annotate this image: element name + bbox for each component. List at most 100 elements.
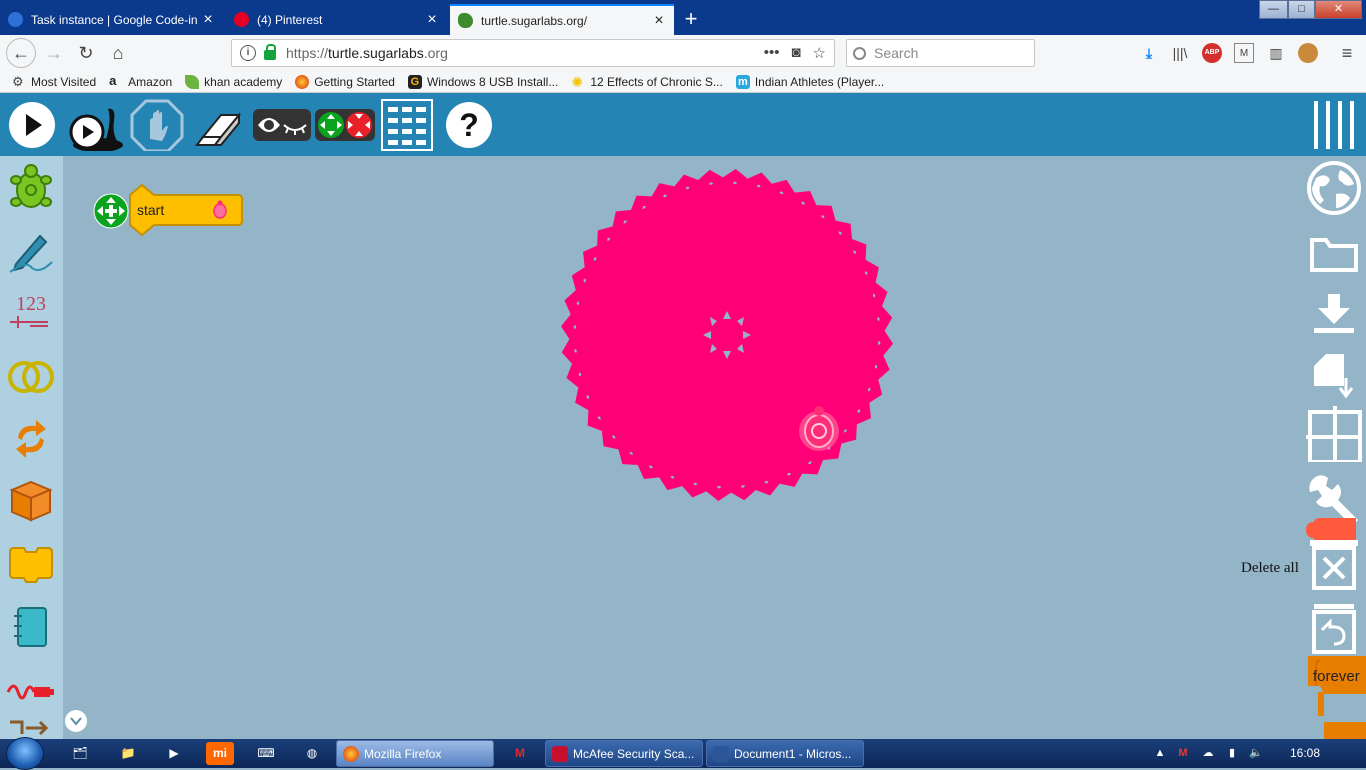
cloud-tray-icon[interactable]: ☁ bbox=[1200, 745, 1216, 761]
maximize-button[interactable]: □ bbox=[1288, 0, 1315, 19]
flow-palette-icon[interactable] bbox=[6, 414, 56, 464]
m-icon: m bbox=[735, 74, 750, 89]
bookmark-chronic-effects[interactable]: ✺ 12 Effects of Chronic S... bbox=[571, 75, 723, 89]
bookmark-star-icon[interactable]: ☆ bbox=[813, 44, 826, 62]
forward-button[interactable]: → bbox=[40, 40, 68, 66]
folder-pin-icon[interactable]: 📁 bbox=[114, 742, 142, 765]
close-window-button[interactable]: ✕ bbox=[1315, 0, 1362, 19]
stop-button[interactable] bbox=[130, 99, 184, 151]
save-download-icon[interactable] bbox=[1306, 286, 1362, 342]
globe-icon[interactable] bbox=[1306, 160, 1362, 216]
tab-google-code-in[interactable]: Task instance | Google Code-in × bbox=[0, 4, 223, 35]
close-icon[interactable]: × bbox=[652, 12, 666, 30]
url-text[interactable]: https://turtle.sugarlabs.org bbox=[286, 45, 764, 61]
globe-pin-icon[interactable]: ◍ bbox=[298, 742, 326, 765]
adblock-icon[interactable]: ABP bbox=[1202, 43, 1222, 63]
extras-palette-icon[interactable] bbox=[6, 712, 56, 739]
minimize-button[interactable]: — bbox=[1259, 0, 1288, 19]
close-icon[interactable]: × bbox=[425, 11, 439, 29]
new-project-icon[interactable] bbox=[1306, 346, 1362, 402]
run-button[interactable] bbox=[8, 99, 56, 151]
box-palette-icon[interactable] bbox=[6, 476, 56, 526]
reload-button[interactable]: ↻ bbox=[72, 40, 100, 66]
tab-pinterest[interactable]: (4) Pinterest × bbox=[226, 4, 447, 35]
tab-turtle-blocks[interactable]: turtle.sugarlabs.org/ × bbox=[450, 4, 674, 35]
tab-label: Task instance | Google Code-in bbox=[31, 12, 198, 27]
number-palette-icon[interactable]: 123 bbox=[6, 290, 56, 340]
amazon-icon: a bbox=[109, 72, 117, 88]
firefox-icon bbox=[343, 745, 359, 762]
taskbar-firefox[interactable]: Mozilla Firefox bbox=[336, 740, 494, 767]
mcafee-pin-icon[interactable]: M bbox=[506, 742, 534, 765]
palette-grid-button[interactable] bbox=[381, 99, 433, 151]
delete-all-trash-icon[interactable] bbox=[1306, 536, 1362, 592]
keyboard-pin-icon[interactable]: ⌨ bbox=[252, 742, 280, 765]
tab-strip: Task instance | Google Code-in × (4) Pin… bbox=[0, 0, 1366, 35]
taskbar-mcafee[interactable]: McAfee Security Sca... bbox=[545, 740, 703, 767]
show-hidden-icons[interactable]: ▲ bbox=[1152, 745, 1168, 761]
battery-tray-icon[interactable]: ▮ bbox=[1224, 745, 1240, 761]
close-icon[interactable]: × bbox=[201, 11, 215, 29]
action-palette-icon[interactable] bbox=[6, 540, 56, 590]
hide-blocks-button[interactable] bbox=[252, 99, 312, 151]
open-folder-icon[interactable] bbox=[1306, 226, 1362, 282]
tab-label: (4) Pinterest bbox=[257, 12, 323, 27]
mcafee-tray-icon[interactable]: M bbox=[1175, 745, 1191, 761]
word-icon bbox=[713, 745, 729, 762]
bookmark-amazon[interactable]: a Amazon bbox=[109, 72, 172, 89]
app-toolbar: ? bbox=[0, 93, 1366, 156]
menu-icon[interactable]: ≡ bbox=[1337, 43, 1357, 63]
media-palette-icon[interactable] bbox=[6, 602, 56, 652]
volume-tray-icon[interactable]: 🔈 bbox=[1248, 745, 1264, 761]
run-slow-button[interactable] bbox=[66, 99, 124, 151]
downloads-icon[interactable]: ⤓ bbox=[1139, 43, 1159, 63]
sensors-palette-icon[interactable] bbox=[6, 664, 56, 714]
new-tab-button[interactable]: + bbox=[680, 6, 702, 32]
extension-m-icon[interactable]: M bbox=[1234, 43, 1254, 63]
restore-trash-icon[interactable] bbox=[1306, 600, 1362, 656]
monkey-extension-icon[interactable] bbox=[1298, 43, 1318, 63]
number-palette-label: 123 bbox=[16, 293, 46, 315]
clock[interactable]: 16:08 bbox=[1290, 746, 1320, 760]
explorer-pin-icon[interactable]: 🗂 bbox=[66, 742, 94, 765]
clear-eraser-button[interactable] bbox=[193, 99, 245, 151]
bookmark-khan-academy[interactable]: khan academy bbox=[185, 74, 282, 89]
library-icon[interactable]: |||\ bbox=[1170, 43, 1190, 63]
collapse-blocks-button[interactable] bbox=[314, 99, 376, 151]
back-button[interactable]: ← bbox=[6, 38, 36, 68]
menu-collapse-button[interactable] bbox=[1312, 97, 1358, 149]
scroll-down-button[interactable] bbox=[64, 709, 88, 733]
pocket-icon[interactable]: ◙ bbox=[791, 44, 800, 62]
info-icon[interactable]: i bbox=[240, 45, 256, 61]
tab-label: turtle.sugarlabs.org/ bbox=[481, 13, 588, 28]
turtle-palette-icon[interactable] bbox=[6, 162, 56, 212]
turtle-drawing bbox=[561, 169, 893, 501]
search-icon bbox=[853, 46, 866, 60]
pen-palette-icon[interactable] bbox=[6, 226, 56, 276]
right-toolbar bbox=[1304, 156, 1366, 739]
bookmark-getting-started[interactable]: Getting Started bbox=[295, 74, 395, 89]
page-actions-icon[interactable]: ••• bbox=[764, 44, 780, 62]
grid-icon[interactable] bbox=[1306, 406, 1362, 462]
bookmark-windows-usb[interactable]: G Windows 8 USB Install... bbox=[407, 74, 558, 89]
bookmark-indian-athletes[interactable]: m Indian Athletes (Player... bbox=[735, 74, 884, 89]
leaf-icon bbox=[185, 74, 200, 89]
windows-start-button[interactable] bbox=[6, 737, 44, 770]
search-input[interactable]: Search bbox=[846, 39, 1035, 67]
pinterest-icon bbox=[234, 12, 249, 27]
start-block[interactable] bbox=[92, 183, 244, 237]
help-button[interactable]: ? bbox=[445, 99, 495, 151]
boolean-palette-icon[interactable] bbox=[6, 352, 56, 402]
url-bar[interactable]: i https://turtle.sugarlabs.org ••• ◙ ☆ bbox=[231, 39, 835, 67]
home-button[interactable]: ⌂ bbox=[104, 40, 132, 66]
bookmark-most-visited[interactable]: ⚙ Most Visited bbox=[12, 73, 96, 89]
windows-taskbar: 🗂 📁 ▶ mi ⌨ ◍ Mozilla Firefox M McAfee Se… bbox=[0, 737, 1366, 770]
sun-icon: ✺ bbox=[571, 73, 584, 90]
media-player-pin-icon[interactable]: ▶ bbox=[160, 742, 188, 765]
gear-icon: ⚙ bbox=[12, 73, 24, 89]
firefox-icon bbox=[295, 74, 310, 89]
sidebar-icon[interactable]: ▥ bbox=[1266, 43, 1286, 63]
taskbar-word-document[interactable]: Document1 - Micros... bbox=[706, 740, 864, 767]
mi-pin-icon[interactable]: mi bbox=[206, 742, 234, 765]
palette-sidebar: 123 bbox=[0, 156, 87, 739]
